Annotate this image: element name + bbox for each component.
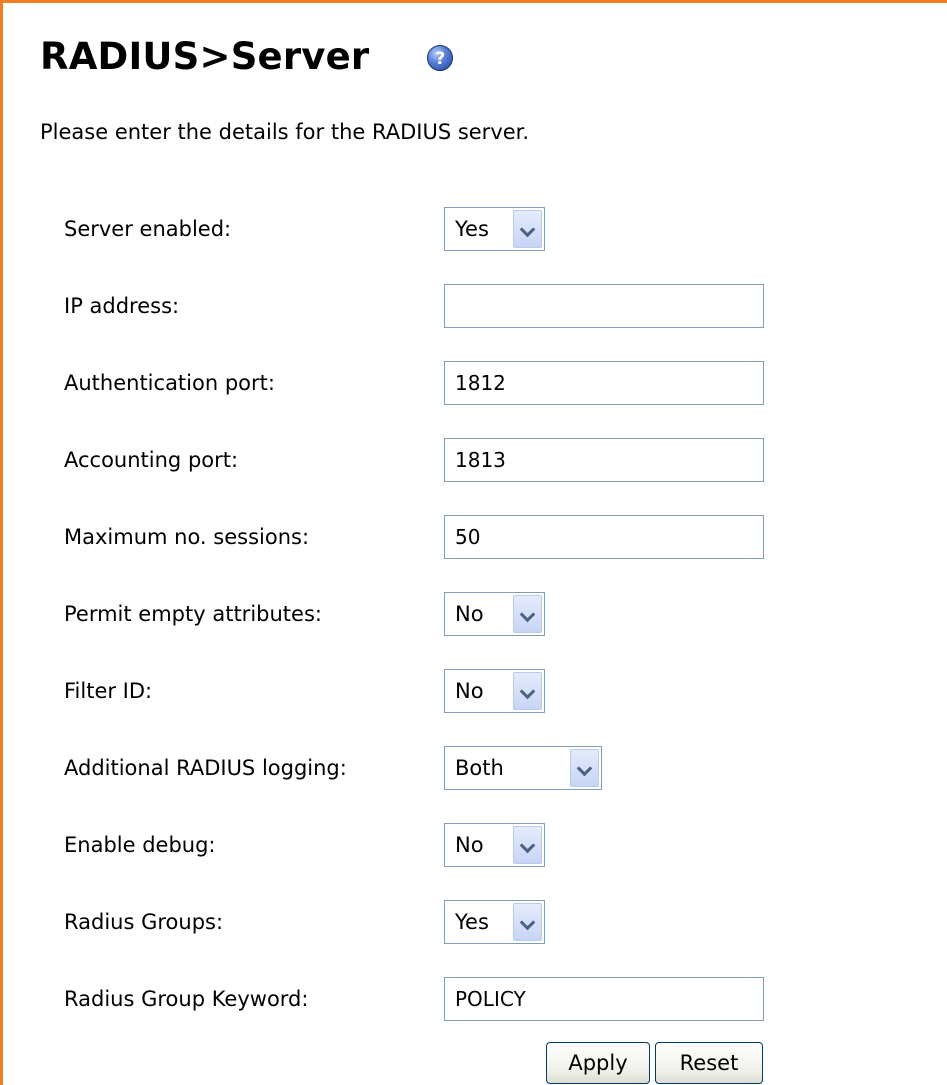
logging-label: Additional RADIUS logging: [64, 756, 347, 780]
apply-button[interactable]: Apply [546, 1042, 650, 1084]
chevron-down-icon[interactable] [513, 826, 542, 864]
radius-server-panel: RADIUS>Server ? Please enter the details… [0, 0, 947, 1085]
acct-port-input[interactable] [444, 438, 764, 482]
group-keyword-input[interactable] [444, 977, 764, 1021]
title-row: RADIUS>Server ? [40, 31, 454, 81]
filter-id-label: Filter ID: [64, 679, 153, 703]
server-enabled-value: Yes [455, 217, 489, 241]
help-icon[interactable]: ? [427, 45, 454, 71]
auth-port-label: Authentication port: [64, 371, 275, 395]
group-keyword-label: Radius Group Keyword: [64, 987, 309, 1011]
debug-label: Enable debug: [64, 833, 216, 857]
permit-empty-select[interactable]: No [444, 592, 545, 636]
logging-value: Both [455, 756, 504, 780]
groups-label: Radius Groups: [64, 910, 224, 934]
server-enabled-select[interactable]: Yes [444, 207, 545, 251]
max-sessions-label: Maximum no. sessions: [64, 525, 310, 549]
debug-select[interactable]: No [444, 823, 545, 867]
reset-button[interactable]: Reset [655, 1042, 763, 1084]
permit-empty-label: Permit empty attributes: [64, 602, 322, 626]
ip-address-input[interactable] [444, 284, 764, 328]
logging-select[interactable]: Both [444, 746, 602, 790]
acct-port-label: Accounting port: [64, 448, 239, 472]
filter-id-select[interactable]: No [444, 669, 545, 713]
groups-value: Yes [455, 910, 489, 934]
auth-port-input[interactable] [444, 361, 764, 405]
filter-id-value: No [455, 679, 484, 703]
intro-text: Please enter the details for the RADIUS … [40, 120, 530, 144]
chevron-down-icon[interactable] [513, 903, 542, 941]
chevron-down-icon[interactable] [513, 595, 542, 633]
groups-select[interactable]: Yes [444, 900, 545, 944]
chevron-down-icon[interactable] [513, 210, 542, 248]
ip-address-label: IP address: [64, 294, 180, 318]
server-enabled-label: Server enabled: [64, 217, 232, 241]
chevron-down-icon[interactable] [570, 749, 599, 787]
page-title: RADIUS>Server [40, 34, 370, 78]
chevron-down-icon[interactable] [513, 672, 542, 710]
max-sessions-input[interactable] [444, 515, 764, 559]
permit-empty-value: No [455, 602, 484, 626]
debug-value: No [455, 833, 484, 857]
